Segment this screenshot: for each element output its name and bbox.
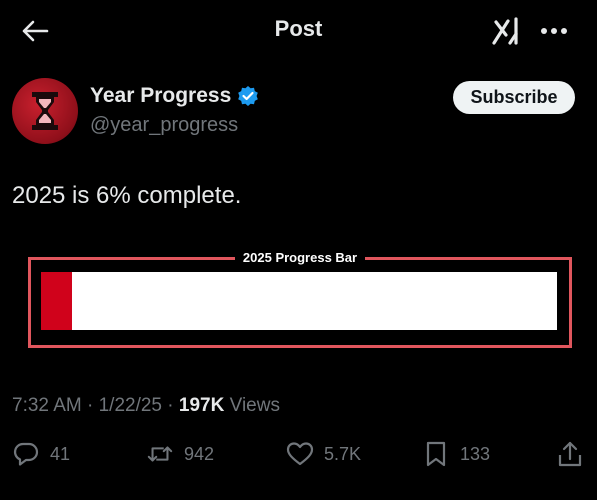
- post-time[interactable]: 7:32 AM: [12, 395, 82, 416]
- like-count: 5.7K: [324, 443, 362, 464]
- like-button[interactable]: 5.7K: [286, 436, 361, 472]
- reply-icon: [12, 440, 40, 468]
- reply-button[interactable]: 41: [12, 436, 70, 472]
- arrow-left-icon: [22, 20, 49, 42]
- post-date[interactable]: 1/22/25: [99, 395, 162, 416]
- post-metadata: 7:32 AM · 1/22/25 · 197K Views: [12, 395, 280, 417]
- progress-card: 2025 Progress Bar: [28, 250, 572, 348]
- progress-track: [41, 272, 557, 330]
- reply-count: 41: [50, 443, 71, 464]
- repost-button[interactable]: 942: [146, 436, 214, 472]
- back-button[interactable]: [18, 14, 52, 48]
- bookmark-count: 133: [460, 443, 491, 464]
- grok-button[interactable]: [489, 14, 527, 48]
- post-text: 2025 is 6% complete.: [12, 182, 242, 209]
- action-bar: 41 942 5.7K 133: [0, 436, 597, 476]
- heart-icon: [286, 440, 314, 468]
- author-handle[interactable]: @year_progress: [90, 114, 238, 137]
- bookmark-icon: [422, 440, 450, 468]
- progress-fill: [41, 272, 72, 330]
- verified-badge-icon: [238, 86, 259, 106]
- share-icon: [556, 440, 584, 468]
- bookmark-button[interactable]: 133: [422, 436, 490, 472]
- top-bar: Post: [0, 0, 597, 62]
- repost-icon: [146, 440, 174, 468]
- meta-separator: ·: [87, 395, 94, 416]
- avatar[interactable]: [12, 78, 78, 144]
- meta-separator: ·: [167, 395, 174, 416]
- hourglass-icon: [32, 92, 58, 130]
- share-button[interactable]: [556, 436, 584, 472]
- repost-count: 942: [184, 443, 215, 464]
- subscribe-button[interactable]: Subscribe: [453, 81, 575, 114]
- author-name: Year Progress: [90, 84, 259, 108]
- grok-icon: [492, 17, 518, 45]
- more-horizontal-icon: [541, 28, 567, 34]
- author-name-text[interactable]: Year Progress: [90, 84, 231, 108]
- more-options-button[interactable]: [537, 14, 571, 48]
- views-count: 197K: [178, 395, 225, 416]
- progress-label: 2025 Progress Bar: [234, 250, 366, 265]
- views-label: Views: [229, 395, 280, 416]
